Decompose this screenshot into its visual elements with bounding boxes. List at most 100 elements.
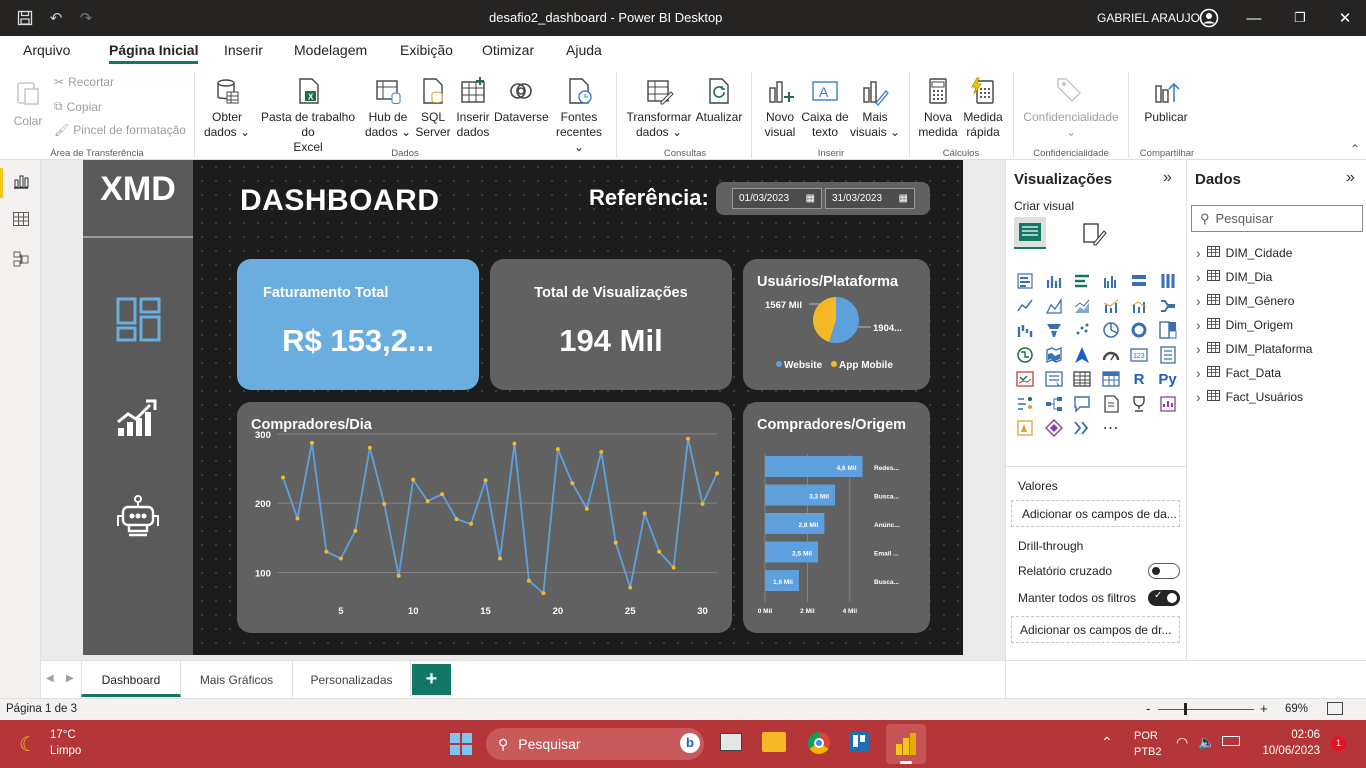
textbox-button[interactable]: A Caixa de texto [801, 76, 849, 140]
platform-pie-card[interactable]: Usuários/Plataforma 1567 Mil 1904... Web… [743, 259, 930, 390]
task-view-icon[interactable] [720, 733, 742, 751]
keep-filters-toggle[interactable]: ✓ [1148, 590, 1180, 606]
tab-inserir[interactable]: Inserir [224, 42, 263, 58]
publish-button[interactable]: Publicar [1136, 76, 1196, 125]
expand-chevron-icon[interactable]: › [1196, 341, 1201, 357]
restore-icon[interactable]: ❐ [1290, 8, 1310, 28]
expand-chevron-icon[interactable]: › [1196, 269, 1201, 285]
line-visual-icon[interactable] [1015, 296, 1035, 316]
format-visual-tab[interactable] [1082, 221, 1108, 250]
powerbi-taskbar-button[interactable] [886, 724, 926, 764]
volume-icon[interactable]: 🔈 [1198, 734, 1215, 751]
model-view-icon[interactable] [10, 250, 32, 272]
power-apps-visual-icon[interactable] [1158, 394, 1178, 414]
new-visual-button[interactable]: Novo visual [760, 76, 800, 140]
page-tab-personalizadas[interactable]: Personalizadas [293, 661, 411, 697]
matrix-visual-icon[interactable] [1101, 369, 1121, 389]
scatter-visual-icon[interactable] [1072, 320, 1092, 340]
kpi-revenue-card[interactable]: Faturamento Total R$ 153,2... [237, 259, 479, 390]
field-table-fact_usuários[interactable]: › Fact_Usuários [1196, 389, 1303, 405]
buyers-per-day-card[interactable]: Compradores/Dia 100 200 300 5 10 15 20 25 30 [237, 402, 732, 633]
field-table-dim_plataforma[interactable]: › DIM_Plataforma [1196, 341, 1312, 357]
scroll-left-icon[interactable]: ◀ [46, 673, 54, 684]
report-view-icon[interactable] [10, 172, 32, 194]
tab-arquivo[interactable]: Arquivo [23, 42, 70, 58]
funnel-visual-icon[interactable] [1044, 320, 1064, 340]
field-table-dim_origem[interactable]: › Dim_Origem [1196, 317, 1293, 333]
table-visual-icon[interactable] [1072, 369, 1092, 389]
robot-nav-icon[interactable] [114, 495, 162, 544]
clustered-column-visual-icon[interactable] [1101, 271, 1121, 291]
field-table-dim_dia[interactable]: › DIM_Dia [1196, 269, 1272, 285]
expand-chevron-icon[interactable]: › [1196, 389, 1201, 405]
collapse-data-icon[interactable]: » [1346, 169, 1355, 187]
data-search-input[interactable]: ⚲ Pesquisar [1191, 205, 1363, 232]
wifi-icon[interactable]: ◠ [1176, 734, 1188, 751]
card-visual-icon[interactable]: 123 [1129, 345, 1149, 365]
multi-row-card-visual-icon[interactable] [1158, 345, 1178, 365]
clustered-bar-visual-icon[interactable] [1072, 271, 1092, 291]
slicer-visual-icon[interactable] [1044, 369, 1064, 389]
expand-chevron-icon[interactable]: › [1196, 317, 1201, 333]
date-to-input[interactable]: 31/03/2023 ▦ [825, 188, 915, 209]
donut-visual-icon[interactable] [1129, 320, 1149, 340]
key-influencers-visual-icon[interactable] [1015, 394, 1035, 414]
taskbar-search[interactable]: ⚲ Pesquisar [486, 728, 704, 760]
qa-visual-icon[interactable] [1072, 394, 1092, 414]
buyers-origin-card[interactable]: Compradores/Origem 0 Mil 2 Mil 4 Mil 4,6 Mi… [743, 402, 930, 633]
decomposition-tree-visual-icon[interactable] [1044, 394, 1064, 414]
chrome-icon[interactable] [808, 732, 830, 754]
copy-button[interactable]: ⧉ Copiar [54, 99, 102, 114]
redo-icon[interactable]: ↷ [76, 8, 96, 28]
notification-badge[interactable]: 1 [1331, 736, 1346, 751]
date-from-input[interactable]: 01/03/2023 ▦ [732, 188, 822, 209]
format-painter-button[interactable]: 🖌 Pincel de formatação [54, 123, 186, 137]
area-visual-icon[interactable] [1044, 296, 1064, 316]
tab-ajuda[interactable]: Ajuda [566, 42, 602, 58]
field-table-dim_gênero[interactable]: › DIM_Gênero [1196, 293, 1294, 309]
waterfall-visual-icon[interactable] [1015, 320, 1035, 340]
excel-button[interactable]: X Pasta de trabalho do Excel [253, 76, 363, 155]
values-drop-zone[interactable]: Adicionar os campos de da... [1011, 500, 1180, 527]
recent-sources-button[interactable]: Fontes recentes ⌄ [550, 76, 608, 155]
zoom-slider[interactable] [1158, 709, 1254, 710]
more-visuals-button[interactable]: Mais visuais ⌄ [849, 76, 901, 140]
stacked-column-visual-icon[interactable] [1044, 271, 1064, 291]
calendar-icon[interactable]: ▦ [806, 193, 815, 204]
dashboard-nav-icon[interactable] [116, 297, 161, 345]
expand-chevron-icon[interactable]: › [1196, 365, 1201, 381]
line-column-visual-icon[interactable] [1101, 296, 1121, 316]
stacked-bar-visual-icon[interactable] [1015, 271, 1035, 291]
treemap-visual-icon[interactable] [1158, 320, 1178, 340]
sql-server-button[interactable]: SQL Server [414, 76, 452, 140]
table-view-icon[interactable] [10, 210, 32, 232]
narrative-visual-icon[interactable] [1044, 418, 1064, 438]
pie-visual-icon[interactable] [1101, 320, 1121, 340]
quick-measure-button[interactable]: Medida rápida [960, 76, 1006, 140]
bing-icon[interactable]: b [680, 733, 700, 753]
save-icon[interactable] [15, 8, 35, 28]
r-visual-visual-icon[interactable]: R [1129, 369, 1149, 389]
field-table-dim_cidade[interactable]: › DIM_Cidade [1196, 245, 1292, 261]
stacked-area-visual-icon[interactable] [1072, 296, 1092, 316]
goals-visual-icon[interactable] [1129, 394, 1149, 414]
trello-icon[interactable] [849, 732, 869, 752]
transform-data-button[interactable]: Transformar dados ⌄ [625, 76, 693, 140]
tab-modelagem[interactable]: Modelagem [294, 42, 367, 58]
cut-button[interactable]: ✂ Recortar [54, 75, 114, 89]
arcgis-visual-icon[interactable] [1072, 418, 1092, 438]
tab-otimizar[interactable]: Otimizar [482, 42, 534, 58]
kpi-visual-icon[interactable] [1015, 369, 1035, 389]
battery-icon[interactable] [1222, 736, 1240, 746]
user-avatar-icon[interactable] [1199, 8, 1219, 28]
azure-map-visual-icon[interactable] [1072, 345, 1092, 365]
expand-chevron-icon[interactable]: › [1196, 245, 1201, 261]
zoom-slider-thumb[interactable] [1184, 703, 1187, 715]
tab-exibicao[interactable]: Exibição [400, 42, 453, 58]
100-column-visual-icon[interactable] [1158, 271, 1178, 291]
minimize-icon[interactable]: — [1244, 8, 1264, 28]
collapse-ribbon-icon[interactable]: ⌃ [1350, 142, 1360, 156]
page-tab-dashboard[interactable]: Dashboard [81, 661, 181, 697]
power-automate-visual-icon[interactable] [1015, 418, 1035, 438]
add-page-button[interactable]: + [412, 664, 451, 695]
